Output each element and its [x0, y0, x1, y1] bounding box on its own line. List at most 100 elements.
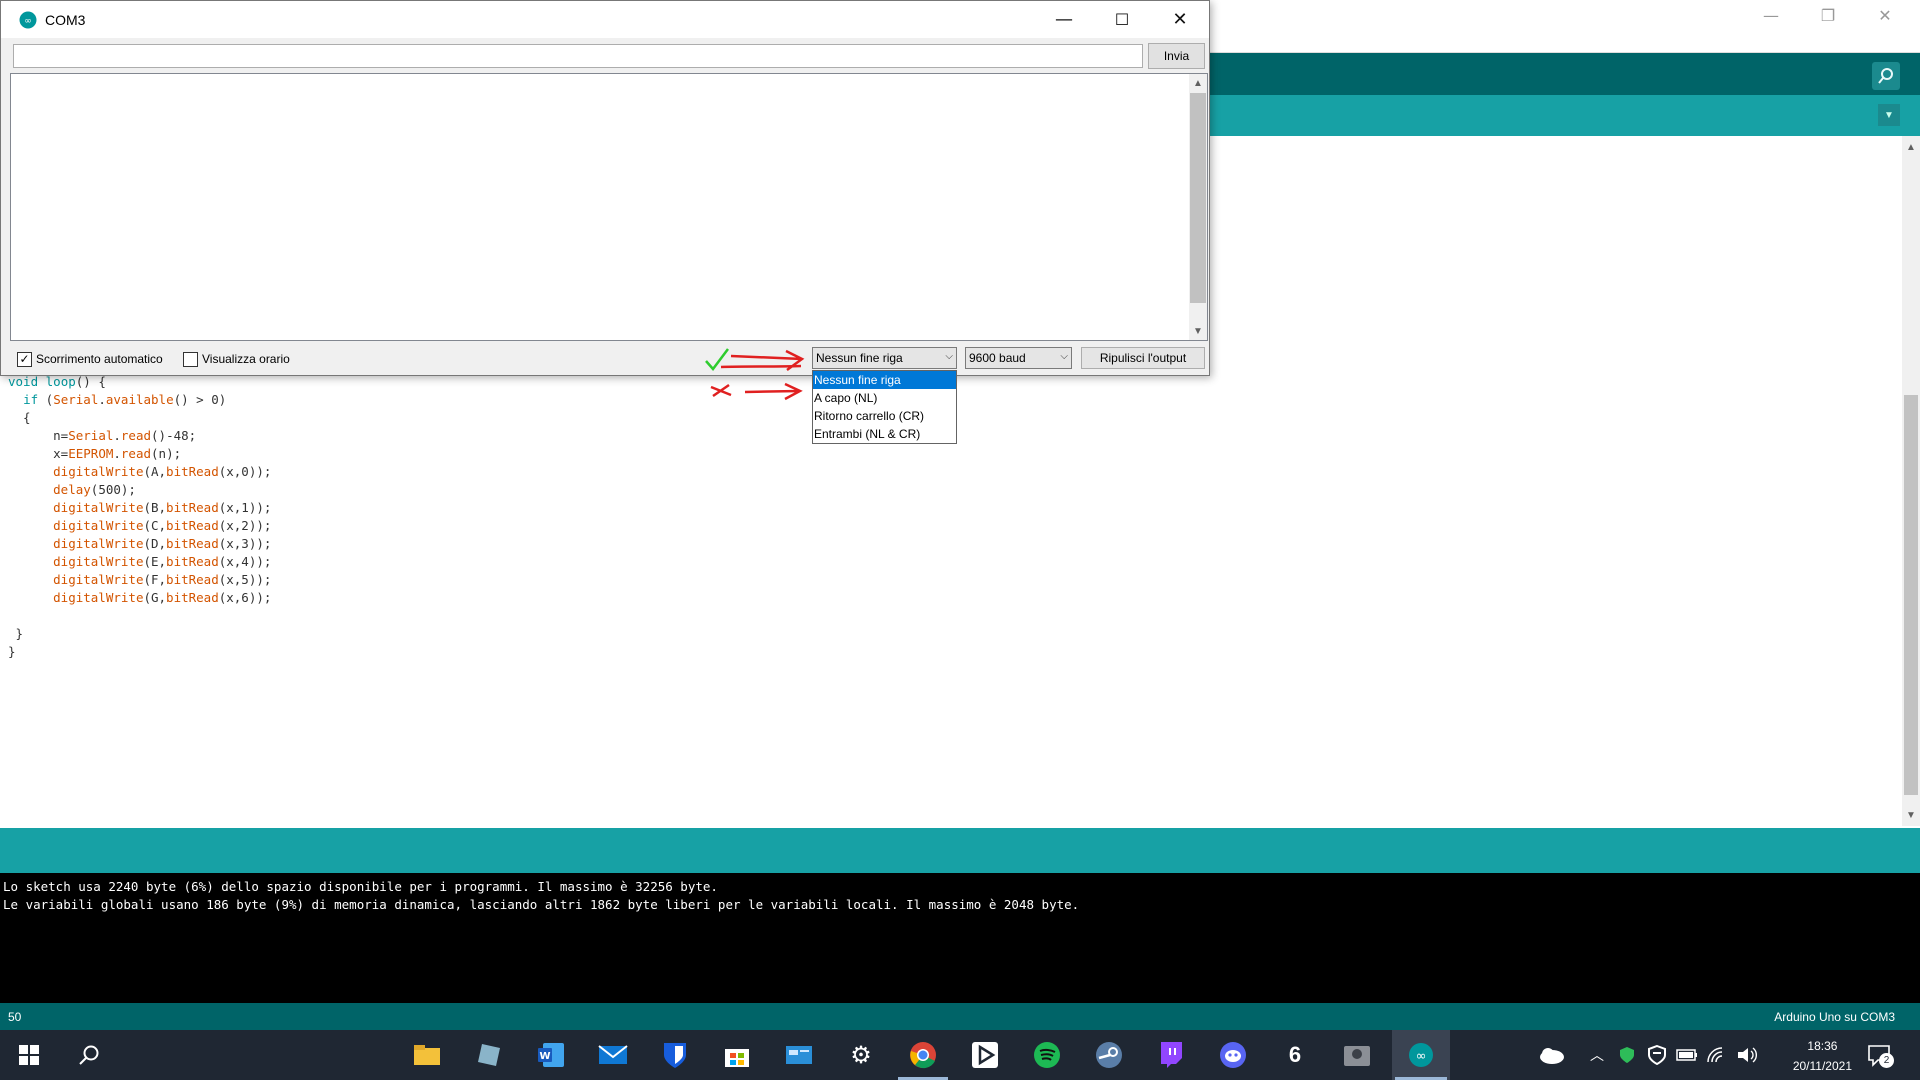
code-token: .	[113, 428, 121, 443]
code-line[interactable]: digitalWrite(G,bitRead(x,6));	[8, 589, 271, 607]
store-icon[interactable]	[720, 1038, 754, 1072]
maximize-button[interactable]: ☐	[1093, 1, 1151, 38]
security-check-icon[interactable]	[1610, 1038, 1644, 1072]
search-icon[interactable]	[72, 1038, 106, 1072]
console-line: Lo sketch usa 2240 byte (6%) dello spazi…	[3, 879, 718, 894]
editor-scrollbar-thumb[interactable]	[1904, 395, 1918, 795]
code-token: bitRead	[166, 464, 219, 479]
chrome-icon[interactable]	[906, 1038, 940, 1072]
dropdown-option-nl[interactable]: A capo (NL)	[813, 389, 956, 407]
code-token: bitRead	[166, 500, 219, 515]
wifi-icon[interactable]	[1700, 1038, 1734, 1072]
svg-text:W: W	[539, 1051, 550, 1062]
serial-output-area[interactable]	[10, 73, 1208, 341]
word-icon[interactable]: W	[534, 1038, 568, 1072]
code-token: digitalWrite	[53, 536, 144, 551]
onedrive-icon[interactable]	[1534, 1038, 1568, 1072]
code-line[interactable]: n=Serial.read()-48;	[8, 427, 196, 445]
dropdown-option-cr[interactable]: Ritorno carrello (CR)	[813, 407, 956, 425]
code-token: }	[8, 626, 24, 641]
code-token: Serial	[68, 428, 114, 443]
notification-center-icon[interactable]: 2	[1862, 1038, 1896, 1072]
code-token: (n);	[151, 446, 182, 461]
code-line[interactable]: digitalWrite(D,bitRead(x,3));	[8, 535, 271, 553]
clock[interactable]: 18:36 20/11/2021	[1793, 1036, 1852, 1076]
serial-titlebar: ∞ COM3 — ☐ ✕	[1, 1, 1209, 38]
spotify-icon[interactable]	[1030, 1038, 1064, 1072]
code-line[interactable]: digitalWrite(B,bitRead(x,1));	[8, 499, 271, 517]
checkbox-box[interactable]	[183, 351, 198, 367]
battery-icon[interactable]	[1670, 1038, 1704, 1072]
code-line[interactable]: }	[8, 625, 24, 643]
game-icon[interactable]	[1340, 1038, 1374, 1072]
code-token: (A,	[143, 464, 167, 479]
code-line[interactable]: delay(500);	[8, 481, 136, 499]
defender-shield-icon[interactable]	[1640, 1038, 1674, 1072]
clear-output-button[interactable]: Ripulisci l'output	[1081, 347, 1205, 369]
media-player-icon[interactable]	[968, 1038, 1002, 1072]
code-token: if	[23, 392, 39, 407]
rainbow-six-icon[interactable]: 6	[1278, 1038, 1312, 1072]
discord-icon[interactable]	[1216, 1038, 1250, 1072]
timestamp-label: Visualizza orario	[202, 352, 290, 366]
code-line[interactable]: }	[8, 643, 16, 661]
code-token: }	[8, 644, 16, 659]
code-token: (	[38, 392, 54, 407]
serial-monitor-icon[interactable]	[1872, 62, 1900, 90]
chevron-down-icon[interactable]: ▼	[1189, 322, 1207, 340]
file-explorer-icon[interactable]	[410, 1038, 444, 1072]
console-header	[0, 828, 1920, 873]
chevron-up-icon[interactable]: ▲	[1902, 138, 1920, 156]
send-button[interactable]: Invia	[1148, 43, 1205, 69]
code-token: .	[98, 392, 106, 407]
dropdown-option-none[interactable]: Nessun fine riga	[813, 371, 956, 389]
settings-gear-icon[interactable]: ⚙	[844, 1038, 878, 1072]
arduino-icon[interactable]: ∞	[1404, 1038, 1438, 1072]
checkmark-icon[interactable]: ✓	[17, 351, 32, 367]
code-token: read	[120, 428, 152, 443]
code-line[interactable]: x=EEPROM.read(n);	[8, 445, 181, 463]
chevron-up-icon[interactable]: ︿	[1580, 1038, 1614, 1072]
code-line[interactable]: digitalWrite(C,bitRead(x,2));	[8, 517, 271, 535]
bitwarden-icon[interactable]	[658, 1038, 692, 1072]
timestamp-checkbox[interactable]: Visualizza orario	[183, 350, 290, 368]
dropdown-option-both[interactable]: Entrambi (NL & CR)	[813, 425, 956, 443]
hand-drawn-annotations	[705, 348, 805, 401]
code-token: (D,	[143, 536, 167, 551]
twitch-icon[interactable]	[1154, 1038, 1188, 1072]
clock-date: 20/11/2021	[1792, 1059, 1852, 1073]
chevron-up-icon[interactable]: ▲	[1189, 74, 1207, 92]
autoscroll-checkbox[interactable]: ✓ Scorrimento automatico	[17, 350, 163, 368]
code-line[interactable]: digitalWrite(E,bitRead(x,4));	[8, 553, 271, 571]
ide-close-button[interactable]: ✕	[1862, 0, 1908, 30]
code-token: bitRead	[166, 536, 219, 551]
notes-icon[interactable]	[472, 1038, 506, 1072]
code-token: (C,	[143, 518, 167, 533]
steam-icon[interactable]	[1092, 1038, 1126, 1072]
code-line[interactable]: if (Serial.available() > 0)	[8, 391, 226, 409]
windows-start-icon[interactable]	[12, 1038, 46, 1072]
code-line[interactable]: {	[8, 409, 31, 427]
code-token: (x,0));	[218, 464, 272, 479]
line-ending-dropdown: Nessun fine riga A capo (NL) Ritorno car…	[812, 370, 957, 444]
tab-menu-icon[interactable]: ▼	[1878, 104, 1900, 126]
volume-icon[interactable]	[1730, 1038, 1764, 1072]
code-token: (x,6));	[218, 590, 272, 605]
mail-icon[interactable]	[596, 1038, 630, 1072]
minimize-button[interactable]: —	[1035, 1, 1093, 38]
ide-minimize-button[interactable]: —	[1748, 0, 1794, 30]
serial-send-input[interactable]	[13, 44, 1143, 68]
code-token: Serial	[53, 392, 99, 407]
chevron-down-icon[interactable]: ▼	[1902, 806, 1920, 824]
code-line[interactable]: digitalWrite(F,bitRead(x,5));	[8, 571, 271, 589]
ide-restore-button[interactable]: ❐	[1805, 0, 1851, 30]
baud-select[interactable]: 9600 baud ⌵	[965, 347, 1072, 369]
control-panel-icon[interactable]	[782, 1038, 816, 1072]
close-button[interactable]: ✕	[1151, 1, 1209, 38]
autoscroll-label: Scorrimento automatico	[36, 352, 163, 366]
line-ending-select[interactable]: Nessun fine riga ⌵	[812, 347, 957, 369]
output-scrollbar-thumb[interactable]	[1190, 93, 1206, 303]
code-token: (x,1));	[218, 500, 272, 515]
code-token: bitRead	[166, 554, 219, 569]
code-line[interactable]: digitalWrite(A,bitRead(x,0));	[8, 463, 271, 481]
